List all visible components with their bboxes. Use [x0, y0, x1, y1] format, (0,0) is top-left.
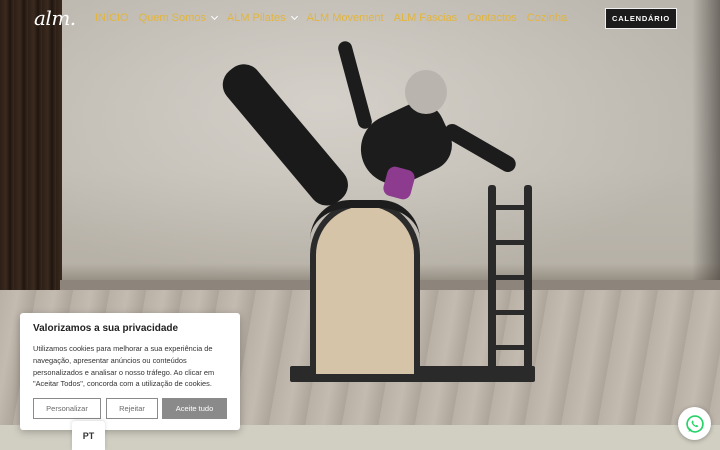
nav-item-alm-fascias[interactable]: ALM Fascias — [394, 12, 458, 24]
nav-item-inicio[interactable]: INÍCIO — [95, 12, 129, 24]
personalize-button[interactable]: Personalizar — [33, 398, 101, 419]
nav-item-alm-pilates[interactable]: ALM Pilates — [227, 12, 298, 24]
curtain — [0, 0, 62, 320]
nav-item-cozinha[interactable]: Cozinha — [527, 12, 567, 24]
wall-edge — [692, 0, 720, 320]
chevron-down-icon — [210, 12, 218, 21]
ladder-barrel-ladder — [488, 185, 532, 375]
language-switcher[interactable]: PT — [72, 421, 105, 450]
accept-all-button[interactable]: Aceite tudo — [162, 398, 227, 419]
site-logo[interactable]: alm. — [34, 6, 76, 30]
reject-button[interactable]: Rejeitar — [106, 398, 158, 419]
whatsapp-button[interactable] — [678, 407, 711, 440]
main-nav: INÍCIO Quem Somos ALM Pilates ALM Moveme… — [95, 12, 577, 24]
cookie-text: Utilizamos cookies para melhorar a sua e… — [33, 344, 215, 389]
calendar-button[interactable]: CALENDÁRIO — [605, 8, 677, 29]
chevron-down-icon — [290, 12, 298, 21]
cookie-buttons: Personalizar Rejeitar Aceite tudo — [33, 398, 227, 419]
figure-head — [405, 70, 447, 114]
cookie-banner: Valorizamos a sua privacidade Utilizamos… — [20, 313, 240, 430]
ladder-barrel — [310, 200, 420, 380]
nav-item-alm-movement[interactable]: ALM Movement — [307, 12, 384, 24]
cookie-title: Valorizamos a sua privacidade — [33, 323, 179, 334]
nav-item-quem-somos[interactable]: Quem Somos — [139, 12, 218, 24]
whatsapp-icon — [685, 414, 704, 433]
nav-item-contactos[interactable]: Contactos — [467, 12, 517, 24]
site-header: alm. INÍCIO Quem Somos ALM Pilates ALM M… — [0, 0, 720, 38]
